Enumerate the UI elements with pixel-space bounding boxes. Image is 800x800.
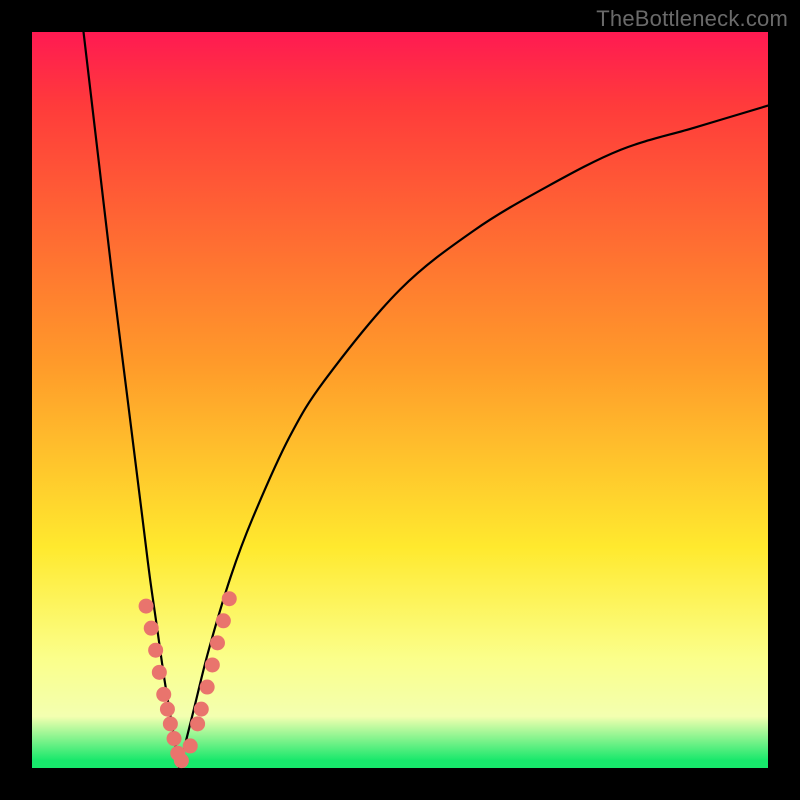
marker-dot (160, 702, 175, 717)
marker-dot (152, 665, 167, 680)
marker-dot (163, 716, 178, 731)
marker-dot (216, 613, 231, 628)
marker-dot (205, 657, 220, 672)
marker-dot (174, 753, 189, 768)
marker-dot (200, 680, 215, 695)
marker-dot (183, 738, 198, 753)
marker-dot (148, 643, 163, 658)
marker-dot (222, 591, 237, 606)
watermark-text: TheBottleneck.com (596, 6, 788, 32)
curve-right-branch (179, 106, 768, 768)
marker-dot-group (139, 591, 237, 768)
curve-left-branch (84, 32, 180, 768)
chart-svg (32, 32, 768, 768)
marker-dot (210, 635, 225, 650)
chart-frame: TheBottleneck.com (0, 0, 800, 800)
marker-dot (156, 687, 171, 702)
marker-dot (190, 716, 205, 731)
marker-dot (144, 621, 159, 636)
marker-dot (167, 731, 182, 746)
marker-dot (194, 702, 209, 717)
plot-area (32, 32, 768, 768)
marker-dot (139, 599, 154, 614)
